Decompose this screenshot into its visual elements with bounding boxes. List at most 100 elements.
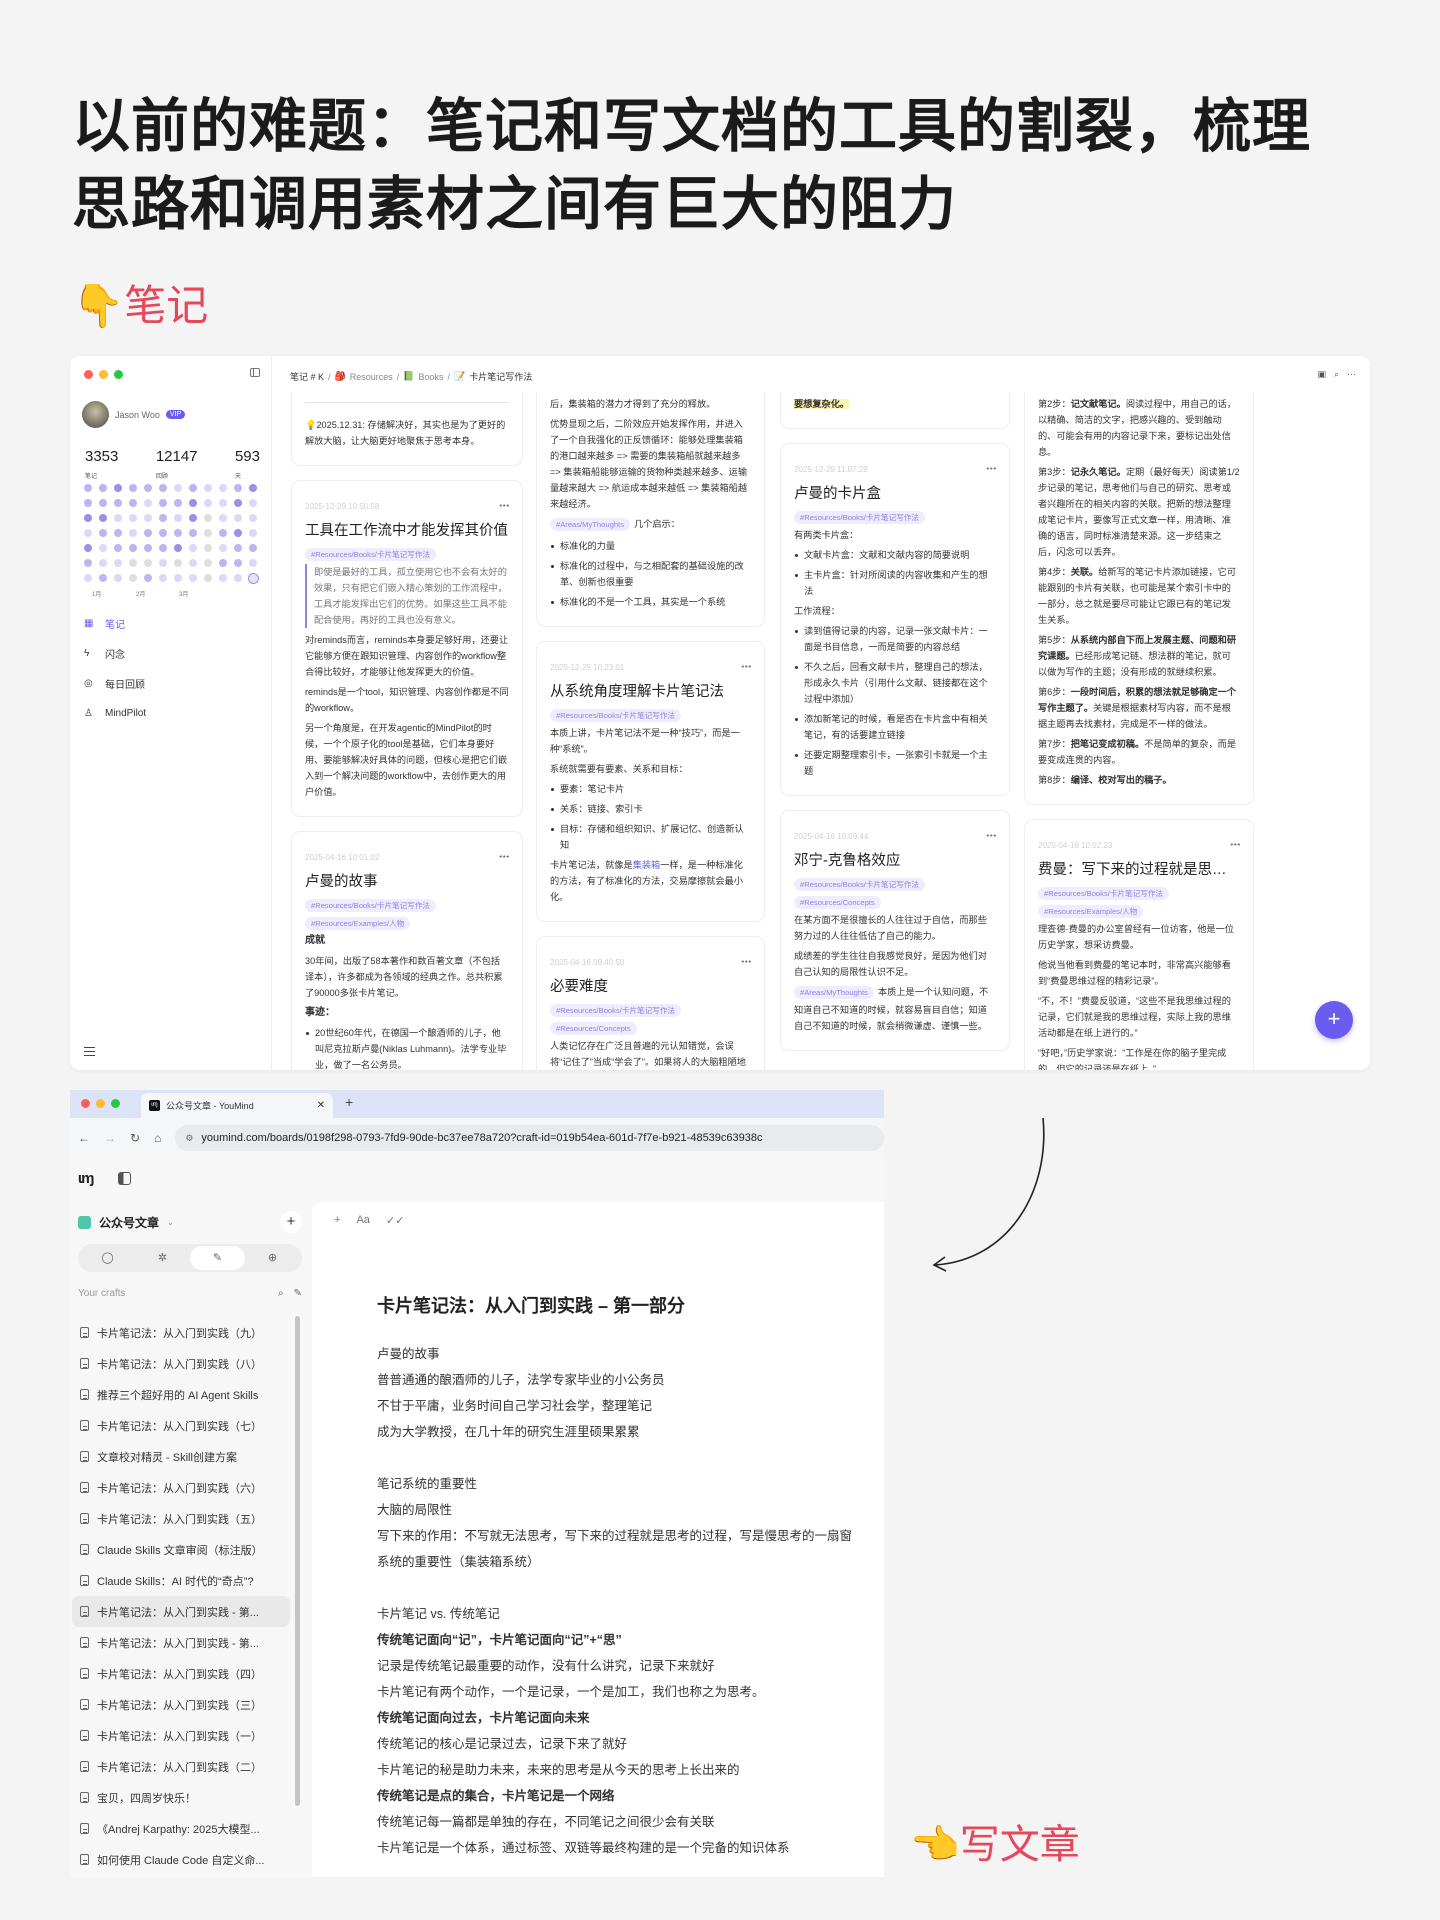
tag[interactable]: #Resources/Examples/人物 bbox=[1038, 905, 1144, 918]
craft-item[interactable]: 文章校对精灵 - Skill创建方案 bbox=[72, 1441, 290, 1472]
maximize-button[interactable] bbox=[111, 1099, 120, 1108]
sparkle-icon[interactable]: ✲ bbox=[135, 1246, 190, 1270]
close-tab-icon[interactable]: ✕ bbox=[317, 1100, 325, 1111]
craft-item[interactable]: 卡片笔记法：从入门到实践 - 第... bbox=[72, 1627, 290, 1658]
craft-item[interactable]: 卡片笔记法：从入门到实践（五） bbox=[72, 1503, 290, 1534]
add-note-button[interactable]: + bbox=[1315, 1001, 1353, 1039]
note-card[interactable]: 第2步：记文献笔记。阅读过程中，用自己的话，以精确、简洁的文字，把感兴趣的、受到… bbox=[1024, 392, 1254, 805]
tag[interactable]: #Resources/Books/卡片笔记写作法 bbox=[1038, 887, 1170, 900]
more-icon[interactable] bbox=[1230, 843, 1240, 846]
note-card[interactable]: 2025-04-16 09:40:50 必要难度 #Resources/Books/… bbox=[536, 936, 765, 1070]
format-button[interactable]: Aa bbox=[356, 1214, 369, 1227]
browser-tab[interactable]: ɩɱ 公众号文章 - YouMind ✕ bbox=[141, 1093, 333, 1118]
tag[interactable]: #Resources/Books/卡片笔记写作法 bbox=[550, 1004, 682, 1017]
new-craft-icon[interactable]: ✎ bbox=[294, 1288, 302, 1299]
add-button[interactable]: + bbox=[280, 1211, 302, 1233]
tag[interactable]: #Areas/MyThoughts bbox=[550, 518, 630, 531]
menu-icon[interactable] bbox=[84, 1047, 95, 1056]
craft-item[interactable]: 卡片笔记法：从入门到实践（九） bbox=[72, 1317, 290, 1348]
sidebar-toggle-icon[interactable] bbox=[250, 368, 260, 377]
site-settings-icon[interactable]: ⚙ bbox=[185, 1133, 193, 1144]
note-card[interactable]: 2025-04-16 10:09:44 邓宁-克鲁格效应 #Resources/Bo… bbox=[780, 810, 1010, 1051]
maximize-button[interactable] bbox=[114, 370, 123, 379]
tag[interactable]: #Resources/Books/卡片笔记写作法 bbox=[794, 511, 926, 524]
sidebar-item[interactable]: ♙ MindPilot bbox=[84, 698, 146, 728]
new-tab-icon[interactable]: + bbox=[345, 1094, 353, 1110]
heatmap-dot bbox=[219, 514, 227, 522]
craft-item[interactable]: 如何使用 Claude Code 自定义命... bbox=[72, 1844, 290, 1875]
chat-icon[interactable]: ◯ bbox=[80, 1246, 135, 1270]
craft-item[interactable]: 卡片笔记法：从入门到实践（七） bbox=[72, 1410, 290, 1441]
breadcrumb-resources[interactable]: Resources bbox=[350, 372, 393, 382]
sidebar-item[interactable]: ϟ 闪念 bbox=[84, 638, 146, 668]
calendar-icon[interactable]: ▣ bbox=[1317, 369, 1326, 380]
breadcrumb-books[interactable]: Books bbox=[419, 372, 444, 382]
craft-item[interactable]: 卡片笔记法：从入门到实践 - 第... bbox=[72, 1596, 290, 1627]
forward-icon[interactable]: → bbox=[104, 1131, 116, 1145]
tag[interactable]: #Areas/MyThoughts bbox=[794, 986, 874, 999]
proofread-check-icon[interactable]: ✓✓ bbox=[386, 1214, 404, 1227]
craft-pen-icon[interactable]: ✎ bbox=[190, 1246, 245, 1270]
more-icon[interactable] bbox=[986, 834, 996, 837]
close-button[interactable] bbox=[81, 1099, 90, 1108]
insert-button[interactable]: + bbox=[334, 1214, 340, 1227]
scrollbar[interactable] bbox=[295, 1316, 300, 1806]
home-icon[interactable]: ⌂ bbox=[154, 1131, 161, 1145]
tag[interactable]: #Resources/Books/卡片笔记写作法 bbox=[794, 878, 926, 891]
note-card[interactable]: 2025-12-29 11:07:29 卢曼的卡片盒 #Resources/Book… bbox=[780, 443, 1010, 796]
close-button[interactable] bbox=[84, 370, 93, 379]
tag[interactable]: #Resources/Concepts bbox=[794, 896, 881, 909]
globe-icon[interactable]: ⊕ bbox=[245, 1246, 300, 1270]
minimize-button[interactable] bbox=[96, 1099, 105, 1108]
craft-item[interactable]: 《Andrej Karpathy: 2025大模型... bbox=[72, 1813, 290, 1844]
note-card[interactable]: 2025-12-29 10:23:01 从系统角度理解卡片笔记法 #Resource… bbox=[536, 641, 765, 922]
craft-item[interactable]: 宝贝，四周岁快乐！ bbox=[72, 1782, 290, 1813]
text-segment: 第8步： bbox=[1038, 775, 1071, 785]
craft-item[interactable]: Claude Skills 文章审阅（标注版） bbox=[72, 1534, 290, 1565]
document-title[interactable]: 卡片笔记法：从入门到实践 – 第一部分 bbox=[377, 1292, 685, 1318]
craft-item[interactable]: 卡片笔记法：从入门到实践（六） bbox=[72, 1472, 290, 1503]
craft-item[interactable]: 卡片笔记法：从入门到实践（四） bbox=[72, 1658, 290, 1689]
more-icon[interactable]: ··· bbox=[1347, 369, 1356, 380]
heatmap-dot bbox=[114, 529, 122, 537]
tag[interactable]: #Resources/Concepts bbox=[550, 1022, 637, 1035]
reload-icon[interactable]: ↻ bbox=[130, 1131, 140, 1145]
more-icon[interactable] bbox=[741, 665, 751, 668]
board-selector[interactable]: 公众号文章 ⌄ + bbox=[78, 1208, 302, 1236]
tag[interactable]: #Resources/Examples/人物 bbox=[305, 917, 411, 930]
craft-item[interactable]: 卡片笔记法：从入门到实践（二） bbox=[72, 1751, 290, 1782]
heatmap-dot bbox=[189, 484, 197, 492]
sidebar-toggle-icon[interactable] bbox=[118, 1172, 131, 1185]
sidebar-item[interactable]: ▦ 笔记 bbox=[84, 608, 146, 638]
breadcrumb-current[interactable]: 卡片笔记写作法 bbox=[469, 370, 532, 383]
note-card[interactable]: 2025-04-16 10:01:02 卢曼的故事 #Resources/Books… bbox=[291, 831, 523, 1070]
more-icon[interactable] bbox=[741, 960, 751, 963]
link[interactable]: 集装箱 bbox=[633, 860, 661, 870]
back-icon[interactable]: ← bbox=[78, 1131, 90, 1145]
tag[interactable]: #Resources/Books/卡片笔记写作法 bbox=[550, 709, 682, 722]
craft-item[interactable]: 推荐三个超好用的 AI Agent Skills bbox=[72, 1379, 290, 1410]
document-body[interactable]: 卢曼的故事 普普通通的酿酒师的儿子，法学专家毕业的小公务员 不甘于平庸，业务时间自己… bbox=[377, 1341, 884, 1861]
tag[interactable]: #Resources/Books/卡片笔记写作法 bbox=[305, 899, 437, 912]
note-card[interactable]: 要想复杂化。 bbox=[780, 392, 1010, 429]
note-card[interactable]: 2025-12-29 10:50:58 工具在工作流中才能发挥其价值 #Resour… bbox=[291, 480, 523, 817]
url-input[interactable]: ⚙ youmind.com/boards/0198f298-0793-7fd9-… bbox=[175, 1125, 884, 1151]
note-card[interactable]: 💡2025.12.31: 存储解决好，其实也是为了更好的解放大脑，让大脑更好地聚… bbox=[291, 392, 523, 466]
more-icon[interactable] bbox=[499, 504, 509, 507]
note-card[interactable]: 后，集装箱的潜力才得到了充分的释放。 优势显现之后，二阶效应开始发挥作用，并进入了… bbox=[536, 392, 765, 627]
breadcrumb-root[interactable]: 笔记 # K bbox=[290, 370, 324, 383]
craft-item[interactable]: Claude Skills：AI 时代的“奇点”? bbox=[72, 1565, 290, 1596]
more-icon[interactable] bbox=[986, 467, 996, 470]
note-card[interactable]: 2025-04-16 10:02:23 费曼：写下来的过程就是思考的过程 #Reso… bbox=[1024, 819, 1254, 1070]
craft-item[interactable]: 卡片笔记法：从入门到实践（一） bbox=[72, 1720, 290, 1751]
craft-item[interactable]: 卡片笔记法：从入门到实践（三） bbox=[72, 1689, 290, 1720]
user-profile[interactable]: Jason Woo VIP bbox=[82, 401, 186, 428]
search-icon[interactable]: ⌕ bbox=[1334, 369, 1339, 380]
minimize-button[interactable] bbox=[99, 370, 108, 379]
tag[interactable]: #Resources/Books/卡片笔记写作法 bbox=[305, 548, 437, 561]
search-icon[interactable]: ⌕ bbox=[278, 1288, 284, 1299]
more-icon[interactable] bbox=[499, 855, 509, 858]
sidebar-item[interactable]: ◎ 每日回顾 bbox=[84, 668, 146, 698]
craft-item[interactable]: 卡片笔记法：从入门到实践（八） bbox=[72, 1348, 290, 1379]
heatmap-dot bbox=[234, 574, 242, 582]
